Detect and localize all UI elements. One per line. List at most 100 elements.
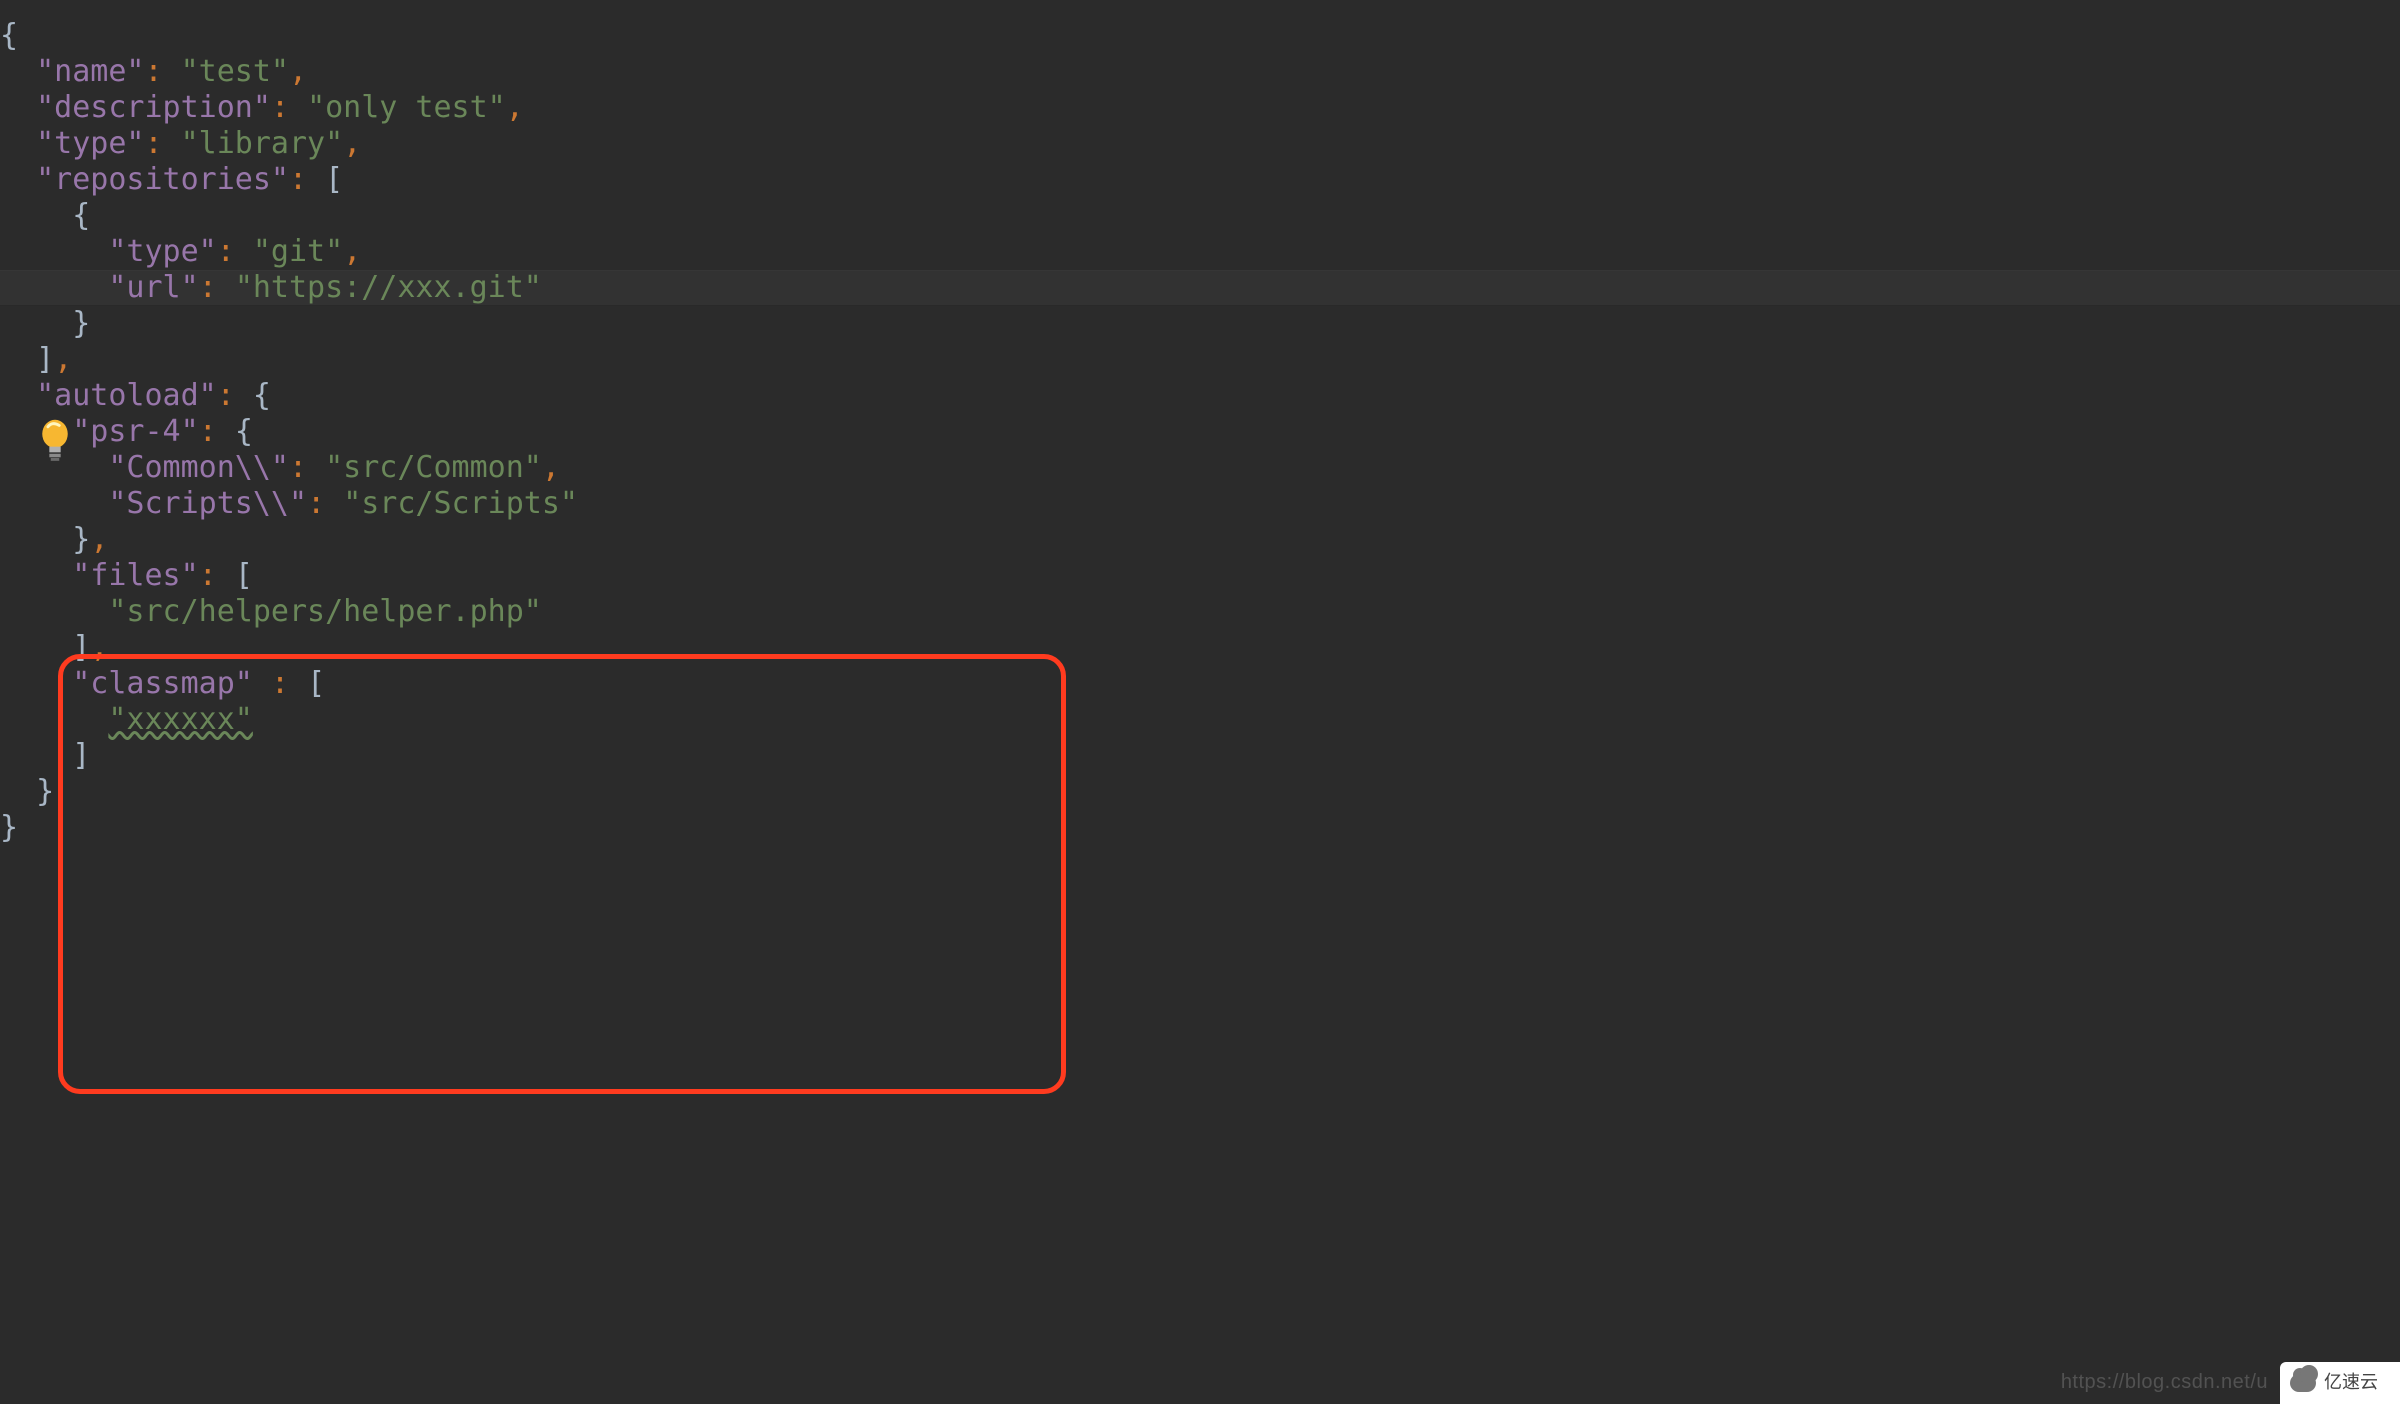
code-line[interactable]: "type": "git",: [0, 234, 2400, 270]
code-token: [289, 666, 307, 701]
code-token: }: [72, 522, 90, 557]
code-line[interactable]: }: [0, 810, 2400, 846]
code-token: "library": [181, 126, 344, 161]
code-line[interactable]: "files": [: [0, 558, 2400, 594]
code-token: "https://xxx.git": [235, 270, 542, 305]
code-token: {: [0, 18, 18, 53]
code-token: [0, 630, 72, 665]
code-token: :: [217, 378, 235, 413]
code-token: "xxxxxx": [108, 702, 253, 737]
code-token: [163, 126, 181, 161]
code-line[interactable]: ],: [0, 342, 2400, 378]
code-token: ,: [343, 126, 361, 161]
code-token: [0, 774, 36, 809]
code-token: :: [199, 558, 217, 593]
code-token: "Common\\": [108, 450, 289, 485]
code-token: [0, 162, 36, 197]
code-token: [0, 558, 72, 593]
code-line[interactable]: }: [0, 306, 2400, 342]
code-line[interactable]: "classmap" : [: [0, 666, 2400, 702]
code-editor[interactable]: { "name": "test", "description": "only t…: [0, 0, 2400, 1404]
code-token: :: [289, 162, 307, 197]
code-token: [0, 522, 72, 557]
code-token: [0, 450, 108, 485]
code-token: [: [325, 162, 343, 197]
code-token: "src/helpers/helper.php": [108, 594, 541, 629]
code-token: ,: [90, 630, 108, 665]
code-line[interactable]: "repositories": [: [0, 162, 2400, 198]
code-token: [0, 90, 36, 125]
code-token: [235, 234, 253, 269]
code-token: :: [145, 126, 163, 161]
code-token: }: [0, 810, 18, 845]
watermark-badge: 亿速云: [2280, 1362, 2400, 1404]
code-line[interactable]: "xxxxxx": [0, 702, 2400, 738]
code-token: ]: [36, 342, 54, 377]
code-token: "description": [36, 90, 271, 125]
watermark-badge-text: 亿速云: [2324, 1372, 2378, 1394]
code-token: [325, 486, 343, 521]
code-token: "psr-4": [72, 414, 198, 449]
code-token: "files": [72, 558, 198, 593]
code-token: "only test": [307, 90, 506, 125]
code-line[interactable]: "autoload": {: [0, 378, 2400, 414]
code-token: [0, 234, 108, 269]
code-token: {: [253, 378, 271, 413]
code-token: [307, 162, 325, 197]
code-line[interactable]: "type": "library",: [0, 126, 2400, 162]
code-line[interactable]: "description": "only test",: [0, 90, 2400, 126]
code-area[interactable]: { "name": "test", "description": "only t…: [0, 18, 2400, 846]
code-line[interactable]: "url": "https://xxx.git": [0, 270, 2400, 306]
code-token: :: [199, 270, 217, 305]
code-token: "type": [108, 234, 216, 269]
code-token: }: [72, 306, 90, 341]
code-token: [0, 342, 36, 377]
watermark-url: https://blog.csdn.net/u: [2061, 1370, 2268, 1394]
code-token: [: [307, 666, 325, 701]
code-token: [0, 702, 108, 737]
code-line[interactable]: "Scripts\\": "src/Scripts": [0, 486, 2400, 522]
code-token: "test": [181, 54, 289, 89]
code-line[interactable]: },: [0, 522, 2400, 558]
code-line[interactable]: "src/helpers/helper.php": [0, 594, 2400, 630]
code-line[interactable]: ],: [0, 630, 2400, 666]
code-token: "Scripts\\": [108, 486, 307, 521]
code-token: [0, 306, 72, 341]
code-token: :: [307, 486, 325, 521]
code-token: [253, 666, 271, 701]
code-line[interactable]: {: [0, 18, 2400, 54]
code-token: "classmap": [72, 666, 253, 701]
code-token: [217, 270, 235, 305]
code-token: }: [36, 774, 54, 809]
code-token: "src/Scripts": [343, 486, 578, 521]
code-token: :: [271, 666, 289, 701]
cloud-icon: [2290, 1374, 2316, 1392]
code-line[interactable]: "Common\\": "src/Common",: [0, 450, 2400, 486]
code-line[interactable]: {: [0, 198, 2400, 234]
code-token: [0, 198, 72, 233]
code-token: ,: [343, 234, 361, 269]
code-token: :: [289, 450, 307, 485]
code-token: [235, 378, 253, 413]
code-token: "name": [36, 54, 144, 89]
code-line[interactable]: }: [0, 774, 2400, 810]
code-token: [217, 558, 235, 593]
code-token: "autoload": [36, 378, 217, 413]
code-token: ]: [72, 630, 90, 665]
code-token: :: [199, 414, 217, 449]
code-token: [307, 450, 325, 485]
code-token: :: [145, 54, 163, 89]
code-token: :: [217, 234, 235, 269]
code-line[interactable]: "psr-4": {: [0, 414, 2400, 450]
code-token: "repositories": [36, 162, 289, 197]
code-token: [0, 738, 72, 773]
code-token: [0, 54, 36, 89]
code-token: [: [235, 558, 253, 593]
code-token: ,: [506, 90, 524, 125]
code-token: ,: [289, 54, 307, 89]
code-token: [0, 666, 72, 701]
code-token: {: [235, 414, 253, 449]
code-token: [0, 126, 36, 161]
code-line[interactable]: "name": "test",: [0, 54, 2400, 90]
code-line[interactable]: ]: [0, 738, 2400, 774]
